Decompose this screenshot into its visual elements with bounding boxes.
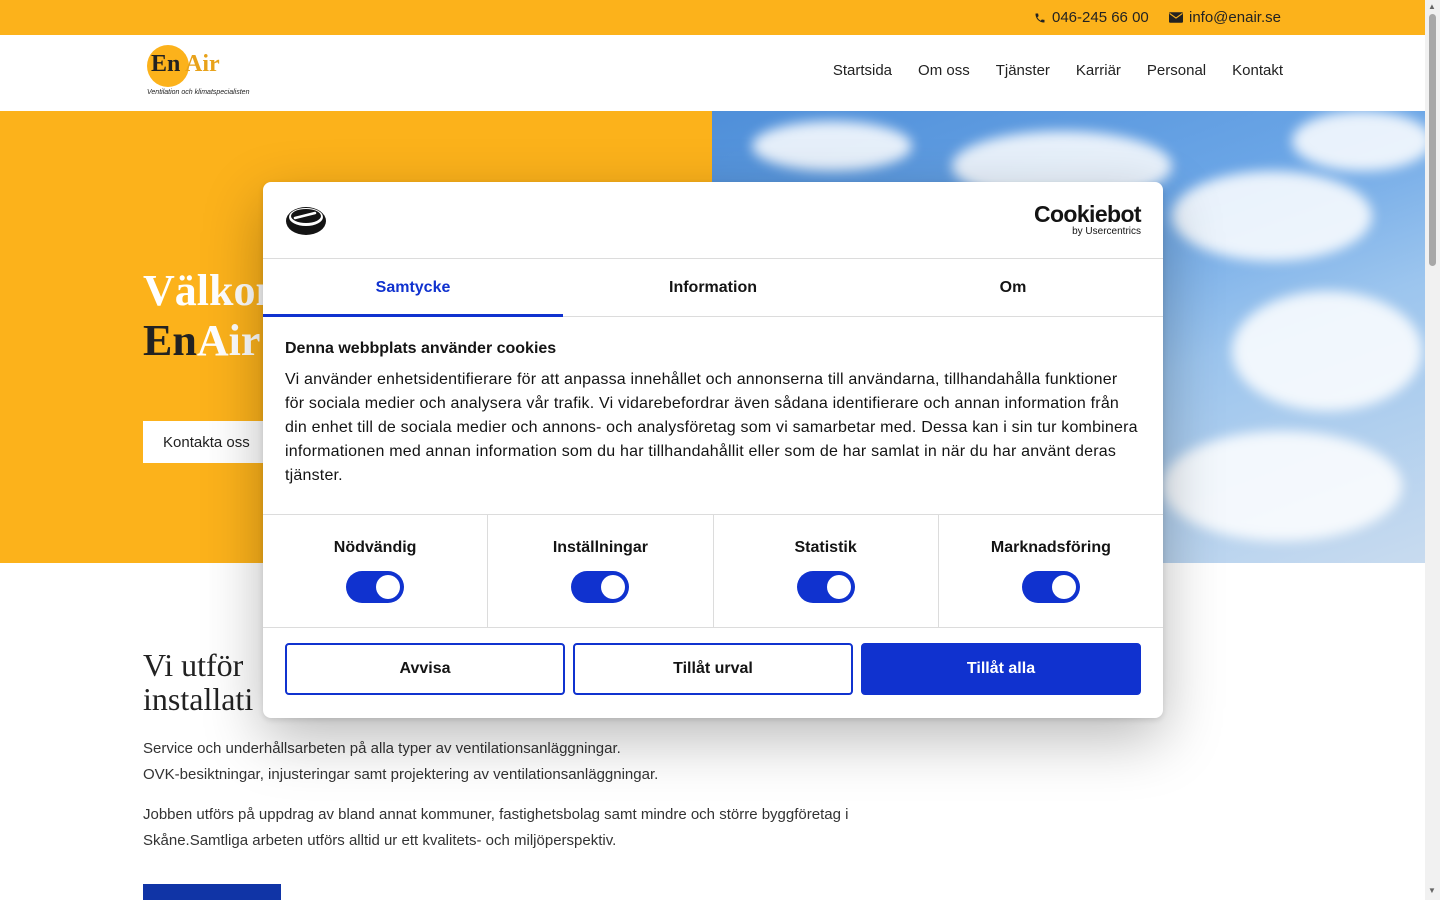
content-paragraph-1: Service och underhållsarbeten på alla ty…: [143, 736, 883, 788]
cookie-tabs: Samtycke Information Om: [263, 259, 1163, 317]
topbar-email-link[interactable]: info@enair.se: [1169, 0, 1281, 35]
cookie-description: Vi använder enhetsidentifierare för att …: [285, 371, 1138, 484]
allow-all-button[interactable]: Tillåt alla: [861, 643, 1141, 695]
tab-information[interactable]: Information: [563, 259, 863, 316]
nav-item-kontakt[interactable]: Kontakt: [1232, 62, 1283, 79]
tab-om[interactable]: Om: [863, 259, 1163, 316]
topbar-email-text: info@enair.se: [1189, 9, 1281, 26]
category-label: Nödvändig: [333, 539, 417, 556]
cookie-actions: Avvisa Tillåt urval Tillåt alla: [285, 643, 1141, 695]
content-title: Vi utför installati: [143, 648, 253, 716]
nav-item-personal[interactable]: Personal: [1147, 62, 1206, 79]
cookie-consent-dialog: Cookiebot by Usercentrics Samtycke Infor…: [263, 182, 1163, 718]
category-label: Inställningar: [552, 539, 648, 556]
hero-title-en: En: [143, 316, 197, 365]
main-nav: Startsida Om oss Tjänster Karriär Person…: [833, 35, 1283, 105]
category-label: Statistik: [794, 539, 857, 556]
hero-title-air: Air: [196, 316, 261, 365]
topbar: 046-245 66 00 info@enair.se: [0, 0, 1425, 35]
category-label: Marknadsföring: [990, 539, 1111, 556]
toggle-statistik[interactable]: [796, 571, 855, 603]
nav-item-karriar[interactable]: Karriär: [1076, 62, 1121, 79]
toggle-installningar[interactable]: [571, 571, 630, 603]
nav-item-om-oss[interactable]: Om oss: [918, 62, 970, 79]
content-paragraph-1-line-2: OVK-besiktningar, injusteringar samt pro…: [143, 766, 659, 783]
content-paragraph-2: Jobben utförs på uppdrag av bland annat …: [143, 806, 849, 849]
scroll-down-arrow-icon[interactable]: ▼: [1428, 886, 1436, 895]
cookiebot-brand-sub: by Usercentrics: [1072, 226, 1141, 237]
phone-icon: [1035, 13, 1045, 22]
toggle-marknadsforing[interactable]: [1021, 571, 1080, 603]
cookie-dialog-header: Cookiebot by Usercentrics: [263, 182, 1163, 259]
category-marknadsforing: Marknadsföring: [939, 515, 1163, 627]
cookiebot-brand[interactable]: Cookiebot by Usercentrics: [1033, 201, 1142, 238]
toggle-knob: [826, 575, 851, 599]
toggle-knob: [1051, 575, 1076, 599]
category-installningar: Inställningar: [488, 515, 714, 627]
site-logo[interactable]: En Air Ventilation och klimatspecialiste…: [145, 43, 270, 98]
toggle-nodvandig[interactable]: [346, 571, 405, 603]
nav-item-tjanster[interactable]: Tjänster: [996, 62, 1050, 79]
category-nodvandig: Nödvändig: [263, 515, 489, 627]
envelope-icon: [1169, 12, 1183, 23]
site-header: En Air Ventilation och klimatspecialiste…: [0, 35, 1425, 111]
services-button[interactable]: [143, 884, 281, 900]
toggle-knob: [376, 575, 401, 599]
content-title-line2: installati: [143, 681, 254, 717]
cookie-categories: Nödvändig Inställningar Statistik Markna…: [263, 514, 1163, 628]
toggle-knob: [601, 575, 626, 599]
category-statistik: Statistik: [714, 515, 939, 627]
nav-item-startsida[interactable]: Startsida: [833, 62, 892, 79]
tab-samtycke[interactable]: Samtycke: [263, 259, 563, 317]
scroll-thumb[interactable]: [1429, 14, 1436, 266]
logo-text-en: En: [151, 51, 181, 77]
topbar-phone-link[interactable]: 046-245 66 00: [1034, 0, 1149, 35]
scroll-up-arrow-icon[interactable]: ▲: [1428, 2, 1436, 11]
topbar-phone-text: 046-245 66 00: [1052, 9, 1149, 26]
cookie-heading: Denna webbplats använder cookies: [285, 340, 557, 357]
cookiebot-brand-name: Cookiebot: [1033, 201, 1142, 227]
page-scrollbar[interactable]: ▲ ▼: [1425, 0, 1440, 900]
cookie-body: Denna webbplats använder cookies Vi anvä…: [285, 340, 1141, 488]
logo-tagline: Ventilation och klimatspecialisten: [147, 89, 250, 96]
allow-selection-button[interactable]: Tillåt urval: [573, 643, 853, 695]
logo-text-air: Air: [185, 51, 220, 77]
content-paragraph-1-line-1: Service och underhållsarbeten på alla ty…: [143, 740, 621, 757]
reject-button[interactable]: Avvisa: [285, 643, 565, 695]
content-title-line1: Vi utför: [143, 647, 244, 683]
cookie-icon: [286, 207, 326, 235]
contact-us-button[interactable]: Kontakta oss: [143, 421, 270, 463]
